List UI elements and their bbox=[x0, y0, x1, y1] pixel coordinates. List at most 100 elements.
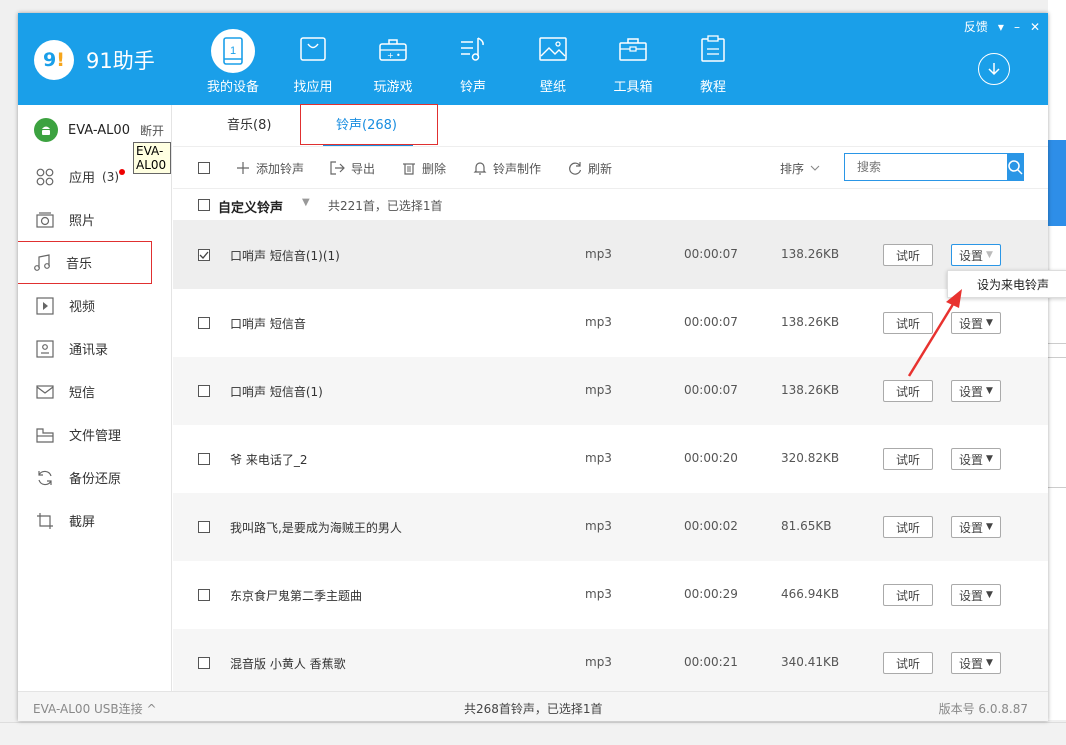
caret-down-icon: ▼ bbox=[986, 590, 993, 600]
logo-icon: 9! bbox=[34, 40, 74, 80]
nav-games[interactable]: + • 玩游戏 bbox=[353, 29, 433, 99]
bell-icon bbox=[473, 161, 487, 175]
listen-button[interactable]: 试听 bbox=[883, 380, 933, 402]
row-checkbox[interactable] bbox=[198, 453, 210, 465]
table-row[interactable]: 我叫路飞,是要成为海贼王的男人 mp3 00:00:02 81.65KB 试听 … bbox=[173, 493, 1048, 561]
listen-button[interactable]: 试听 bbox=[883, 312, 933, 334]
sidebar: EVA-AL00 断开 EVA-AL00 应用 (3) 照片 音乐 视频 通讯录 bbox=[18, 105, 172, 691]
add-ringtone-button[interactable]: 添加铃声 bbox=[236, 147, 304, 189]
row-checkbox[interactable] bbox=[198, 385, 210, 397]
caret-down-icon: ▼ bbox=[986, 658, 993, 668]
minimize-icon[interactable]: – bbox=[1014, 20, 1020, 34]
export-button[interactable]: 导出 bbox=[330, 147, 375, 189]
download-icon[interactable] bbox=[978, 53, 1010, 85]
category-dropdown-icon[interactable]: ▼ bbox=[302, 197, 310, 208]
table-row[interactable]: 口哨声 短信音 mp3 00:00:07 138.26KB 试听 设置 ▼ bbox=[173, 289, 1048, 357]
clipboard-icon bbox=[693, 29, 733, 69]
row-checkbox[interactable] bbox=[198, 249, 210, 261]
nav-my-device[interactable]: 1 我的设备 bbox=[193, 29, 273, 99]
sidebar-item-music[interactable]: 音乐 bbox=[18, 241, 152, 284]
category-name: 自定义铃声 bbox=[218, 201, 284, 216]
sidebar-item-label: 截屏 bbox=[69, 515, 96, 530]
version-label: 版本号 6.0.8.87 bbox=[938, 702, 1028, 716]
nav-toolbox[interactable]: 工具箱 bbox=[593, 29, 673, 99]
sidebar-item-backup[interactable]: 备份还原 bbox=[18, 456, 172, 499]
search-input[interactable] bbox=[845, 154, 1007, 180]
sidebar-item-label: 短信 bbox=[69, 386, 96, 401]
nav-label: 工具箱 bbox=[613, 80, 653, 95]
notification-badge bbox=[119, 168, 126, 175]
delete-label: 删除 bbox=[422, 161, 447, 176]
settings-button[interactable]: 设置 ▼ bbox=[951, 584, 1001, 606]
app-count: (3) bbox=[102, 169, 120, 184]
settings-button[interactable]: 设置 ▼ bbox=[951, 380, 1001, 402]
select-all-checkbox[interactable] bbox=[198, 147, 210, 189]
ringtone-name: 混音版 小黄人 香蕉歌 bbox=[230, 657, 346, 671]
sort-dropdown[interactable]: 排序 bbox=[780, 147, 826, 189]
search-box bbox=[844, 153, 1024, 181]
tab-music[interactable]: 音乐(8) bbox=[227, 105, 271, 147]
make-ringtone-button[interactable]: 铃声制作 bbox=[473, 147, 541, 189]
nav-find-app[interactable]: 找应用 bbox=[273, 29, 353, 99]
caret-down-icon: ▼ bbox=[986, 522, 993, 532]
refresh-label: 刷新 bbox=[588, 161, 613, 176]
listen-button[interactable]: 试听 bbox=[883, 652, 933, 674]
settings-button[interactable]: 设置 ▼ bbox=[951, 652, 1001, 674]
table-row[interactable]: 混音版 小黄人 香蕉歌 mp3 00:00:21 340.41KB 试听 设置 ▼ bbox=[173, 629, 1048, 697]
table-row[interactable]: 爷 来电话了_2 mp3 00:00:20 320.82KB 试听 设置 ▼ bbox=[173, 425, 1048, 493]
ringtone-duration: 00:00:21 bbox=[684, 655, 738, 669]
delete-button[interactable]: 删除 bbox=[402, 147, 446, 189]
listen-button[interactable]: 试听 bbox=[883, 516, 933, 538]
app-name: 91助手 bbox=[86, 49, 155, 73]
background-blue-panel bbox=[1048, 140, 1066, 226]
table-row[interactable]: 口哨声 短信音(1)(1) mp3 00:00:07 138.26KB 试听 设… bbox=[173, 221, 1048, 289]
nav-tutorial[interactable]: 教程 bbox=[673, 29, 753, 99]
toolbox-icon bbox=[613, 29, 653, 69]
ringtone-size: 81.65KB bbox=[781, 519, 832, 533]
row-checkbox[interactable] bbox=[198, 589, 210, 601]
ringtone-size: 320.82KB bbox=[781, 451, 840, 465]
refresh-button[interactable]: 刷新 bbox=[568, 147, 612, 189]
app-window: 9! 91助手 1 我的设备 找应用 + • 玩游戏 铃声 壁纸 工具箱 教程 … bbox=[18, 13, 1048, 721]
row-checkbox[interactable] bbox=[198, 317, 210, 329]
listen-button[interactable]: 试听 bbox=[883, 584, 933, 606]
close-icon[interactable]: ✕ bbox=[1030, 20, 1040, 34]
nav-ringtones[interactable]: 铃声 bbox=[433, 29, 513, 99]
nav-label: 壁纸 bbox=[539, 80, 566, 95]
settings-label: 设置 bbox=[959, 452, 984, 467]
table-row[interactable]: 东京食尸鬼第二季主题曲 mp3 00:00:29 466.94KB 试听 设置 ▼ bbox=[173, 561, 1048, 629]
background-window bbox=[1048, 0, 1066, 720]
category-checkbox[interactable] bbox=[198, 199, 210, 211]
listen-button[interactable]: 试听 bbox=[883, 448, 933, 470]
disconnect-link[interactable]: 断开 bbox=[140, 122, 164, 139]
row-checkbox[interactable] bbox=[198, 521, 210, 533]
settings-button[interactable]: 设置 ▼ bbox=[951, 244, 1001, 266]
table-row[interactable]: 口哨声 短信音(1) mp3 00:00:07 138.26KB 试听 设置 ▼ bbox=[173, 357, 1048, 425]
sidebar-item-photos[interactable]: 照片 bbox=[18, 198, 172, 241]
connection-status[interactable]: EVA-AL00 USB连接 ^ bbox=[33, 700, 157, 717]
listen-button[interactable]: 试听 bbox=[883, 244, 933, 266]
menu-dropdown-icon[interactable]: ▾ bbox=[998, 20, 1004, 34]
sidebar-item-video[interactable]: 视频 bbox=[18, 284, 172, 327]
caret-down-icon: ▼ bbox=[986, 318, 993, 328]
caret-down-icon: ▼ bbox=[986, 250, 993, 260]
search-icon[interactable] bbox=[1007, 154, 1023, 180]
sidebar-item-sms[interactable]: 短信 bbox=[18, 370, 172, 413]
ringtone-format: mp3 bbox=[585, 383, 612, 397]
feedback-link[interactable]: 反馈 bbox=[964, 18, 988, 35]
svg-text:•: • bbox=[396, 51, 401, 60]
settings-button[interactable]: 设置 ▼ bbox=[951, 312, 1001, 334]
ringtone-size: 138.26KB bbox=[781, 247, 840, 261]
ringtone-format: mp3 bbox=[585, 247, 612, 261]
row-checkbox[interactable] bbox=[198, 657, 210, 669]
settings-button[interactable]: 设置 ▼ bbox=[951, 448, 1001, 470]
sidebar-item-files[interactable]: 文件管理 bbox=[18, 413, 172, 456]
menu-item-set-ringtone[interactable]: 设为来电铃声 bbox=[947, 270, 1066, 298]
contacts-icon bbox=[36, 339, 54, 358]
sidebar-item-screenshot[interactable]: 截屏 bbox=[18, 499, 172, 542]
nav-wallpaper[interactable]: 壁纸 bbox=[513, 29, 593, 99]
ringtone-name: 口哨声 短信音 bbox=[230, 317, 306, 331]
settings-button[interactable]: 设置 ▼ bbox=[951, 516, 1001, 538]
sidebar-item-contacts[interactable]: 通讯录 bbox=[18, 327, 172, 370]
ringtone-name: 东京食尸鬼第二季主题曲 bbox=[230, 589, 363, 603]
